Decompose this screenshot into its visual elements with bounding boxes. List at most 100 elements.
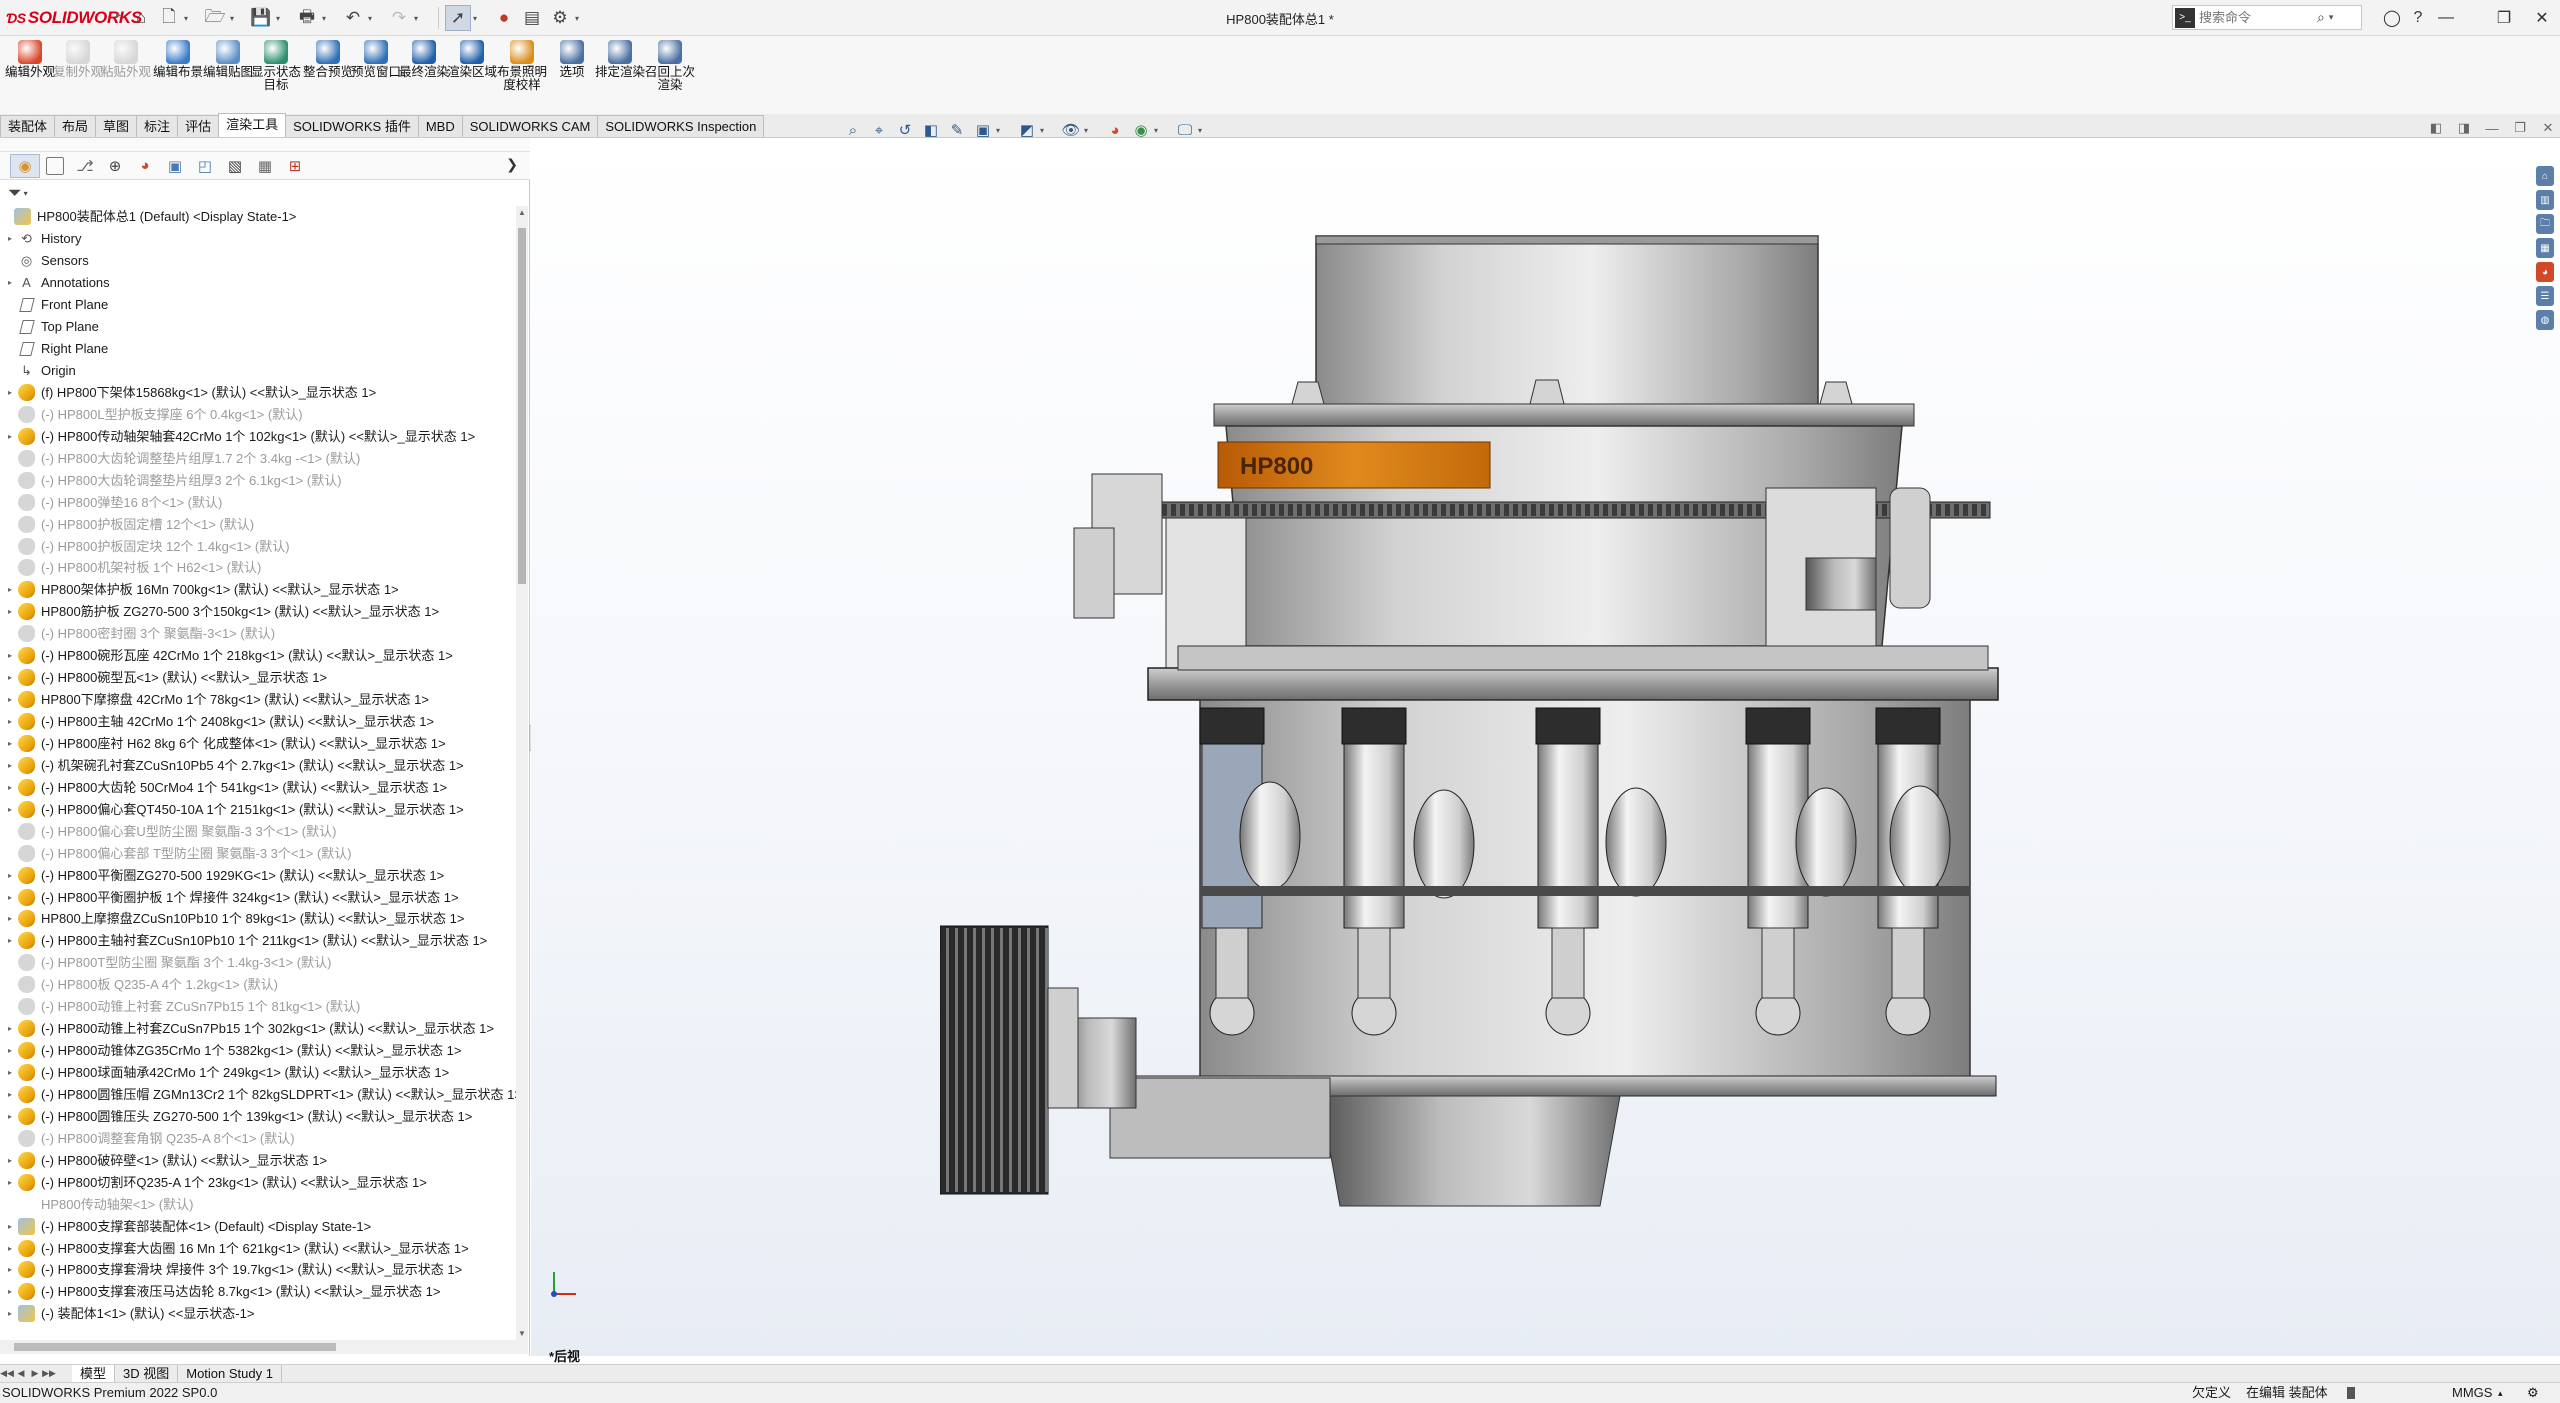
ribbon-button-9[interactable]: 渲染区域 — [447, 40, 497, 114]
command-tab-2[interactable]: 草图 — [95, 115, 138, 137]
tree-item[interactable]: (-) HP800密封圈 3个 聚氨酯-3<1> (默认) — [0, 623, 516, 645]
command-tab-0[interactable]: 装配体 — [0, 115, 56, 137]
command-tab-1[interactable]: 布局 — [54, 115, 97, 137]
tree-expander-icon[interactable]: ▸ — [4, 777, 16, 798]
cam-nc-tab-icon[interactable]: ⊞ — [280, 154, 310, 178]
tree-item[interactable]: ▸ (-) HP800支撑套部装配体<1> (Default) <Display … — [0, 1215, 516, 1237]
tree-item[interactable]: ▸ (-) HP800支撑套大齿圈 16 Mn 1个 621kg<1> (默认) … — [0, 1237, 516, 1259]
command-tab-3[interactable]: 标注 — [136, 115, 179, 137]
tree-expander-icon[interactable]: ▸ — [4, 865, 16, 886]
search-commands-box[interactable]: >_ ⌕ ▾ — [2172, 5, 2362, 30]
bottom-tab-2[interactable]: Motion Study 1 — [178, 1364, 282, 1383]
tree-item[interactable]: (-) HP800弹垫16 8个<1> (默认) — [0, 491, 516, 513]
tree-expander-icon[interactable]: ▸ — [4, 1062, 16, 1083]
tree-item[interactable]: ▸ (f) HP800下架体15868kg<1> (默认) <<默认>_显示状态 … — [0, 382, 516, 404]
edit-appearance-icon[interactable]: ◕ — [1102, 118, 1128, 142]
tree-expander-icon[interactable]: ▸ — [4, 930, 16, 951]
tree-item[interactable]: (-) HP800大齿轮调整垫片组厚1.7 2个 3.4kg -<1> (默认) — [0, 447, 516, 469]
tree-expander-icon[interactable]: ▸ — [4, 1084, 16, 1105]
bottom-tab-1[interactable]: 3D 视图 — [115, 1364, 179, 1383]
tree-expander-icon[interactable]: ▸ — [4, 1281, 16, 1302]
tree-expander-icon[interactable]: ▸ — [4, 1238, 16, 1259]
more-tabs-chevron-icon[interactable]: ❯ — [506, 156, 518, 173]
tree-item[interactable]: ▸ (-) HP800大齿轮 50CrMo4 1个 541kg<1> (默认) <… — [0, 776, 516, 798]
tree-item[interactable]: (-) HP800护板固定槽 12个<1> (默认) — [0, 513, 516, 535]
zoom-to-fit-icon[interactable]: ⌕ — [840, 118, 866, 142]
search-input[interactable] — [2199, 10, 2311, 25]
zoom-to-area-icon[interactable]: ⌖ — [866, 118, 892, 142]
viewport-restore-icon[interactable]: ❐ — [2506, 120, 2534, 136]
dynamic-annotation-icon[interactable]: ✎ — [944, 118, 970, 142]
tree-expander-icon[interactable]: ▸ — [4, 645, 16, 666]
ribbon-button-13[interactable]: 召回上次渲染 — [645, 40, 695, 114]
tree-item[interactable]: ▸ (-) HP800切割环Q235-A 1个 23kg<1> (默认) <<默认… — [0, 1171, 516, 1193]
tree-expander-icon[interactable]: ▸ — [4, 755, 16, 776]
unit-system[interactable]: MMGS — [2452, 1383, 2492, 1403]
tree-item[interactable]: ▸ (-) HP800支撑套滑块 焊接件 3个 19.7kg<1> (默认) <<… — [0, 1259, 516, 1281]
tree-item[interactable]: ▸ HP800筋护板 ZG270-500 3个150kg<1> (默认) <<默认… — [0, 601, 516, 623]
rebuild-status-icon[interactable] — [2347, 1387, 2355, 1399]
tile-left-icon[interactable]: ◧ — [2422, 120, 2450, 136]
tree-vertical-scrollbar[interactable]: ▲ ▼ — [516, 206, 528, 1340]
tree-expander-icon[interactable]: ▸ — [4, 908, 16, 929]
tree-item[interactable]: ▸ (-) HP800传动轴架轴套42CrMo 1个 102kg<1> (默认) … — [0, 425, 516, 447]
search-icon[interactable]: ⌕ — [2317, 9, 2325, 26]
command-tab-8[interactable]: SOLIDWORKS CAM — [461, 115, 599, 137]
tree-item[interactable]: Top Plane — [0, 316, 516, 338]
hide-show-dropdown-icon[interactable]: ▾ — [1084, 126, 1094, 135]
minimize-window-icon[interactable]: — — [2434, 6, 2458, 30]
display-manager-tab-icon[interactable]: ◕ — [130, 154, 160, 178]
display-style-dropdown-icon[interactable]: ▾ — [1040, 126, 1050, 135]
tree-item[interactable]: (-) HP800大齿轮调整垫片组厚3 2个 6.1kg<1> (默认) — [0, 469, 516, 491]
close-window-icon[interactable]: ✕ — [2530, 6, 2554, 30]
tree-expander-icon[interactable]: ▸ — [4, 799, 16, 820]
tree-item[interactable]: HP800传动轴架<1> (默认) — [0, 1193, 516, 1215]
tree-item[interactable]: ▸ (-) HP800动锥上衬套ZCuSn7Pb15 1个 302kg<1> (默… — [0, 1018, 516, 1040]
tree-item[interactable]: (-) HP800机架衬板 1个 H62<1> (默认) — [0, 557, 516, 579]
search-dropdown-icon[interactable]: ▾ — [2329, 12, 2334, 23]
ribbon-button-5[interactable]: 显示状态目标 — [251, 40, 301, 114]
tree-root[interactable]: HP800装配体总1 (Default) <Display State-1> — [0, 206, 516, 228]
dimxpert-manager-tab-icon[interactable]: ⊕ — [100, 154, 130, 178]
view-palette-icon[interactable]: ▦ — [2536, 238, 2554, 258]
ribbon-button-4[interactable]: 编辑贴图 — [203, 40, 253, 114]
tree-item[interactable]: ▸ (-) HP800破碎壁<1> (默认) <<默认>_显示状态 1> — [0, 1149, 516, 1171]
panel-collapse-strip[interactable] — [0, 138, 530, 152]
configuration-manager-tab-icon[interactable]: ⎇ — [70, 154, 100, 178]
tree-item[interactable]: ▸ A Annotations — [0, 272, 516, 294]
customize-statusbar-icon[interactable]: ⚙ — [2527, 1383, 2539, 1403]
ribbon-button-2[interactable]: 粘贴外观 — [101, 40, 151, 114]
ribbon-button-12[interactable]: 排定渲染 — [595, 40, 645, 114]
bottom-tab-0[interactable]: 模型 — [72, 1364, 116, 1383]
design-library-icon[interactable]: ▥ — [2536, 190, 2554, 210]
cam-feature-tab-icon[interactable]: ▣ — [160, 154, 190, 178]
tree-item[interactable]: ▸ HP800上摩擦盘ZCuSn10Pb10 1个 89kg<1> (默认) <<… — [0, 908, 516, 930]
ribbon-button-1[interactable]: 复制外观 — [53, 40, 103, 114]
tree-expander-icon[interactable]: ▸ — [4, 1040, 16, 1061]
ribbon-button-11[interactable]: 选项 — [548, 40, 596, 114]
previous-view-icon[interactable]: ↺ — [892, 118, 918, 142]
ribbon-button-10[interactable]: 布景照明度校样 — [497, 40, 547, 114]
tree-item[interactable]: Front Plane — [0, 294, 516, 316]
tree-item[interactable]: ▸ (-) HP800主轴 42CrMo 1个 2408kg<1> (默认) <<… — [0, 711, 516, 733]
tree-item[interactable]: ▸ (-) HP800碗型瓦<1> (默认) <<默认>_显示状态 1> — [0, 667, 516, 689]
solidworks-forum-icon[interactable]: ◍ — [2536, 310, 2554, 330]
tree-item[interactable]: ▸ (-) 机架碗孔衬套ZCuSn10Pb5 4个 2.7kg<1> (默认) <… — [0, 754, 516, 776]
tree-item[interactable]: ▸ (-) HP800座衬 H62 8kg 6个 化成整体<1> (默认) <<默… — [0, 733, 516, 755]
viewport-close-icon[interactable]: ✕ — [2534, 120, 2560, 136]
tree-expander-icon[interactable]: ▸ — [4, 711, 16, 732]
tree-expander-icon[interactable]: ▸ — [4, 1216, 16, 1237]
cone-crusher-model[interactable]: HP800 — [940, 218, 2020, 1238]
tree-item[interactable]: ↳ Origin — [0, 360, 516, 382]
command-tab-7[interactable]: MBD — [417, 115, 463, 137]
ribbon-button-8[interactable]: 最终渲染 — [399, 40, 449, 114]
tree-item[interactable]: (-) HP800偏心套部 T型防尘圈 聚氨酯-3 3个<1> (默认) — [0, 842, 516, 864]
filter-dropdown-icon[interactable]: ▾ — [24, 189, 28, 198]
tree-item[interactable]: ▸ (-) HP800球面轴承42CrMo 1个 249kg<1> (默认) <<… — [0, 1062, 516, 1084]
tree-item[interactable]: (-) HP800偏心套U型防尘圈 聚氨酯-3 3个<1> (默认) — [0, 820, 516, 842]
tree-item[interactable]: ▸ (-) HP800偏心套QT450-10A 1个 2151kg<1> (默认)… — [0, 798, 516, 820]
tree-item[interactable]: ▸ (-) HP800支撑套液压马达齿轮 8.7kg<1> (默认) <<默认>_… — [0, 1281, 516, 1303]
tree-expander-icon[interactable]: ▸ — [4, 1303, 16, 1324]
tree-item[interactable]: (-) HP800护板固定块 12个 1.4kg<1> (默认) — [0, 535, 516, 557]
apply-scene-icon[interactable]: ◉ — [1128, 118, 1154, 142]
